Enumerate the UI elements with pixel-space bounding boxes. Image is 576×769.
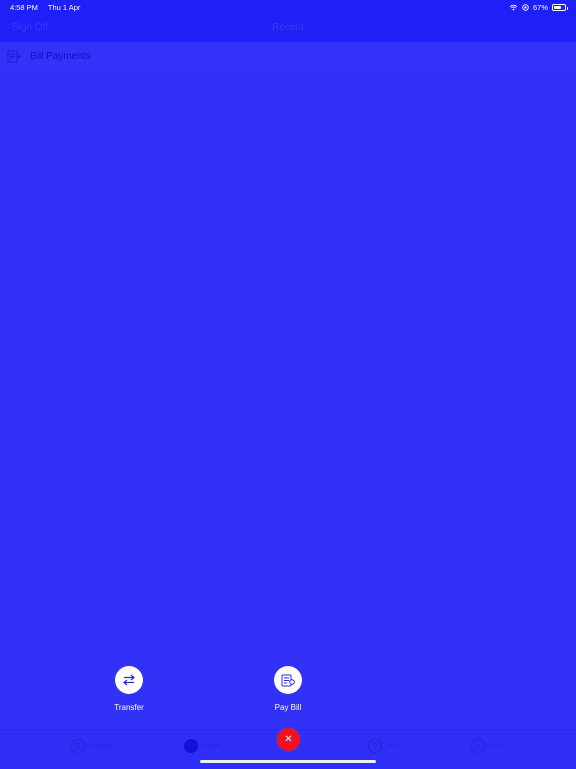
battery-percent: 67% <box>532 3 548 12</box>
battery-fill <box>554 6 561 9</box>
help-icon: ? <box>368 739 382 753</box>
accounts-icon: $ <box>71 739 85 753</box>
navigation-bar: Sign Off Recent <box>0 14 576 42</box>
list-item-label: Bill Payments <box>30 51 91 62</box>
tab-label: Help <box>387 743 399 749</box>
list-item-bill-payments[interactable]: Bill Payments <box>0 42 576 71</box>
transfer-label: Transfer <box>114 703 144 712</box>
transfer-button[interactable] <box>115 666 143 694</box>
bill-document-icon <box>7 50 21 63</box>
pay-bill-label: Pay Bill <box>274 703 302 712</box>
battery-icon <box>552 4 568 11</box>
transfer-action[interactable]: Transfer <box>99 666 159 712</box>
pay-bill-button[interactable] <box>274 666 302 694</box>
pay-bill-icon <box>281 674 295 686</box>
wifi-icon <box>509 4 518 11</box>
close-button[interactable]: ✕ <box>276 727 301 752</box>
tab-more[interactable]: ≡ More <box>471 739 503 753</box>
home-indicator[interactable] <box>200 760 376 763</box>
tab-label: Accounts <box>90 743 113 749</box>
pay-bill-action[interactable]: Pay Bill <box>258 666 318 712</box>
tab-help[interactable]: ? Help <box>368 739 398 753</box>
page-title: Recent <box>272 22 304 33</box>
more-icon: ≡ <box>471 739 485 753</box>
close-icon: ✕ <box>284 734 293 745</box>
location-icon <box>522 4 529 11</box>
transfer-arrows-icon <box>123 674 135 686</box>
status-bar: 4:58 PM Thu 1 Apr 67% <box>0 0 576 14</box>
status-time: 4:58 PM <box>10 3 38 12</box>
recent-icon <box>184 739 198 753</box>
tab-recent[interactable]: Recent <box>184 739 220 753</box>
tab-accounts[interactable]: $ Accounts <box>71 739 113 753</box>
tab-label: Recent <box>203 743 221 749</box>
status-date: Thu 1 Apr <box>47 3 81 12</box>
tab-label: More <box>490 743 503 749</box>
